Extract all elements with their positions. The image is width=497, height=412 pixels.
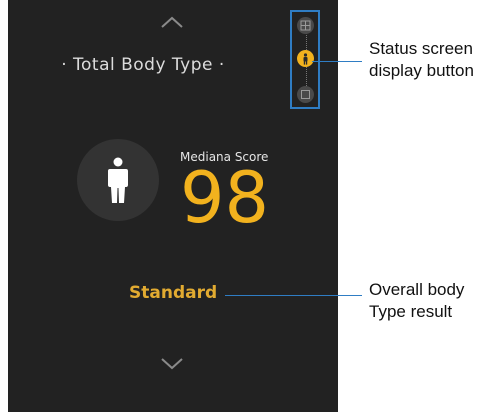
segment-view-button[interactable] [297,86,314,103]
square-icon [301,90,310,99]
chevron-up-icon[interactable] [159,14,185,30]
body-view-button[interactable] [297,50,314,67]
callout-line-result [225,295,362,296]
grid-view-button[interactable] [297,17,314,34]
chevron-down-icon[interactable] [159,355,185,371]
grid-icon [300,20,311,31]
person-icon [303,52,308,65]
avatar [77,139,159,221]
body-type-panel: · Total Body Type · Mediana Score 98 Sta… [8,0,338,412]
callout-line-status [312,61,362,62]
status-screen-selector [290,10,320,109]
callout-body-result: Overall body Type result [369,280,465,321]
callout-status-button: Status screen display button [369,39,474,80]
score-value: 98 [180,157,270,239]
page-title: · Total Body Type · [61,55,225,75]
body-type-result: Standard [129,283,218,303]
body-figure-icon [108,157,128,203]
